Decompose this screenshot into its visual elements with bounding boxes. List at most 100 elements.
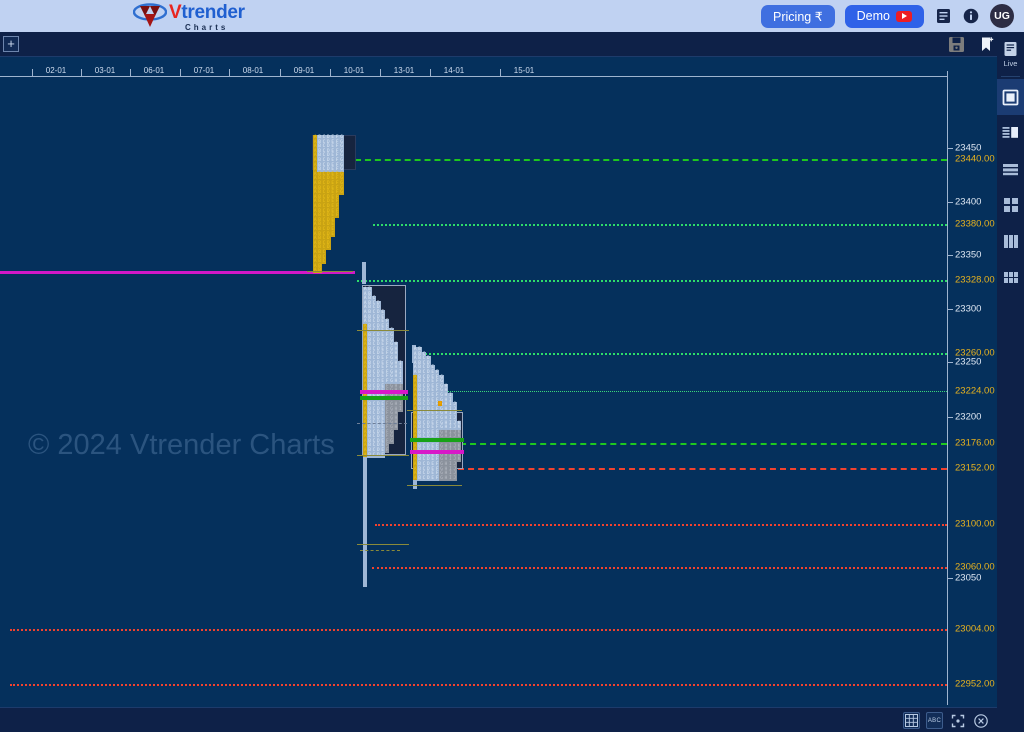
- x-axis-tick: [130, 69, 131, 77]
- price-level-label: 23060.00: [955, 561, 995, 573]
- plus-icon[interactable]: +: [3, 36, 19, 52]
- tpo-cell: J: [452, 475, 457, 481]
- vah-band: [360, 390, 408, 394]
- market-profile-chart[interactable]: © 2024 Vtrender Charts 02-01 03-01 06-01 07…: [0, 57, 997, 707]
- horizontal-rows-layout-icon: [1003, 163, 1018, 175]
- price-level-line: [10, 629, 947, 631]
- tpo-cell: F: [384, 448, 390, 453]
- price-level-line: [458, 468, 947, 470]
- close-circle-icon[interactable]: [972, 712, 989, 729]
- brand-logo[interactable]: Vtrender Charts: [132, 2, 245, 32]
- tpo-cell: D: [326, 245, 331, 251]
- profile-separator-line: [357, 544, 409, 545]
- user-avatar[interactable]: UG: [990, 4, 1014, 28]
- fit-screen-icon[interactable]: [949, 712, 966, 729]
- y-axis-tick: [947, 255, 953, 256]
- three-column-layout-icon: [1003, 234, 1018, 248]
- price-level-line: [355, 159, 947, 161]
- info-circle-icon[interactable]: [962, 7, 980, 25]
- x-axis-tick: [81, 69, 82, 77]
- logo-name: trender: [181, 2, 245, 23]
- vtrender-bird-logo-icon: [132, 3, 168, 29]
- price-level-line: [373, 224, 947, 226]
- y-axis-tick: [947, 417, 953, 418]
- y-axis-tick: [947, 578, 953, 579]
- y-axis-label: 23400: [955, 196, 982, 208]
- profile-ib-line: [357, 423, 407, 424]
- sidebar-divider: [1001, 76, 1020, 77]
- sidebar-item-live[interactable]: Live: [997, 32, 1024, 74]
- x-axis-label: 09-01: [293, 66, 315, 75]
- split-panel-layout-icon: [1002, 126, 1018, 138]
- tpo-cell: K: [456, 457, 462, 463]
- tpo-cell: H: [393, 425, 399, 430]
- logo-v: V: [169, 2, 182, 23]
- profile-separator-line: [357, 330, 409, 331]
- x-axis-label: 07-01: [193, 66, 215, 75]
- tpo-highlight-cell: x: [438, 401, 443, 406]
- price-level-label: 23004.00: [955, 623, 995, 635]
- price-level-line: [375, 524, 947, 526]
- sidebar-item-three-column[interactable]: [997, 223, 1024, 259]
- x-axis-label: 08-01: [242, 66, 264, 75]
- sidebar-item-split-panel[interactable]: [997, 115, 1024, 151]
- x-axis-label: 15-01: [513, 66, 535, 75]
- demo-button[interactable]: Demo: [844, 4, 924, 28]
- poc-band: [410, 438, 464, 442]
- x-axis-label: 14-01: [443, 66, 465, 75]
- price-level-line: [10, 684, 947, 686]
- sidebar-item-horizontal-rows[interactable]: [997, 151, 1024, 187]
- tpo-cell: E: [330, 231, 335, 237]
- x-axis-tick: [500, 69, 501, 77]
- app-header: Vtrender Charts Pricing ₹ Demo UG: [0, 0, 1024, 32]
- notes-list-icon[interactable]: [934, 7, 952, 25]
- x-axis-tick: [229, 69, 230, 77]
- header-actions: Pricing ₹ Demo UG: [761, 0, 1014, 32]
- pricing-button[interactable]: Pricing ₹: [761, 4, 835, 28]
- tpo-cell: I: [398, 406, 403, 412]
- y-axis: [947, 71, 948, 705]
- price-level-label: 23328.00: [955, 274, 995, 286]
- x-axis-tick: [430, 69, 431, 77]
- y-axis-label: 23350: [955, 249, 982, 261]
- price-level-label: 22952.00: [955, 678, 995, 690]
- save-floppy-icon[interactable]: [948, 36, 965, 53]
- x-axis-label: 06-01: [143, 66, 165, 75]
- profile-separator-line: [407, 410, 462, 411]
- tpo-cell: G: [389, 438, 394, 444]
- right-sidebar: Live: [997, 32, 1024, 732]
- toolbar-right-actions: [948, 36, 996, 53]
- tpo-row: ABCDEFGHIJ: [413, 475, 457, 481]
- profile-ib-line: [360, 550, 400, 551]
- y-axis-label: 23450: [955, 142, 982, 154]
- y-axis-label: 23200: [955, 411, 982, 423]
- y-axis-tick: [947, 148, 953, 149]
- price-level-label: 23224.00: [955, 385, 995, 397]
- x-axis-tick: [180, 69, 181, 77]
- price-level-label: 23440.00: [955, 153, 995, 165]
- price-level-line: [372, 567, 947, 569]
- data-table-icon[interactable]: [903, 712, 920, 729]
- y-axis-label: 23050: [955, 572, 982, 584]
- price-level-label: 23152.00: [955, 462, 995, 474]
- sidebar-item-single-panel[interactable]: [997, 79, 1024, 115]
- y-axis-tick: [947, 362, 953, 363]
- abc-label-icon[interactable]: ABC: [926, 712, 943, 729]
- x-axis-tick: [330, 69, 331, 77]
- x-axis-label: 13-01: [393, 66, 415, 75]
- price-level-label: 23176.00: [955, 437, 995, 449]
- y-axis-tick: [947, 309, 953, 310]
- price-level-line: [450, 443, 947, 445]
- x-axis-label: 03-01: [94, 66, 116, 75]
- logo-subtitle: Charts: [185, 23, 229, 32]
- x-axis-tick: [32, 69, 33, 77]
- vah-band: [410, 450, 464, 454]
- bookmark-add-icon[interactable]: [979, 36, 996, 53]
- sidebar-item-four-grid[interactable]: [997, 187, 1024, 223]
- sidebar-item-six-grid[interactable]: [997, 259, 1024, 295]
- price-level-label: 23260.00: [955, 347, 995, 359]
- x-axis: [0, 76, 947, 77]
- price-level-label: 23380.00: [955, 218, 995, 230]
- x-axis-tick: [280, 69, 281, 77]
- chart-toolbar: +: [0, 32, 1024, 57]
